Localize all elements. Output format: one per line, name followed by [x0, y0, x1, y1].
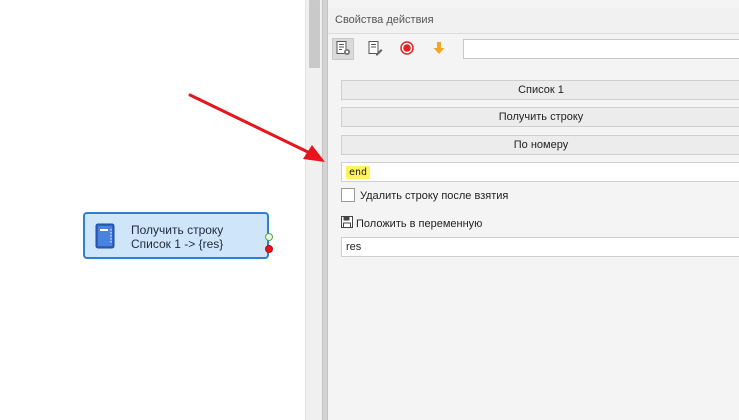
record-button[interactable]	[396, 38, 418, 60]
line-number-input[interactable]: end	[341, 162, 739, 182]
properties-panel: Свойства действия Список 1 Получить стро…	[328, 0, 739, 420]
save-to-variable-label: Положить в переменную	[356, 217, 483, 230]
record-icon	[399, 40, 415, 59]
list-select-button[interactable]: Список 1	[341, 80, 739, 100]
panel-toolbar	[328, 34, 739, 63]
workflow-canvas[interactable]: Получить строку Список 1 -> {res}	[0, 0, 305, 420]
floppy-disk-icon	[341, 216, 353, 231]
properties-icon	[335, 40, 351, 59]
edit-icon	[367, 40, 383, 59]
node-title: Получить строку	[131, 223, 224, 237]
notebook-icon	[95, 223, 115, 249]
line-number-value: end	[346, 166, 371, 179]
delete-line-label: Удалить строку после взятия	[360, 190, 509, 202]
variable-input[interactable]: res	[341, 237, 739, 257]
node-subtitle: Список 1 -> {res}	[131, 237, 224, 251]
action-select-button[interactable]: Получить строку	[341, 107, 739, 127]
canvas-scrollbar-thumb[interactable]	[309, 0, 320, 68]
move-down-button[interactable]	[428, 38, 450, 60]
save-to-variable-row: Положить в переменную	[341, 216, 482, 231]
delete-line-checkbox[interactable]	[341, 188, 355, 202]
panel-title: Свойства действия	[328, 8, 739, 34]
variable-value: res	[346, 241, 362, 253]
action-node-get-line[interactable]: Получить строку Список 1 -> {res}	[83, 212, 273, 259]
error-port[interactable]	[265, 245, 273, 253]
canvas-scrollbar[interactable]	[305, 0, 322, 420]
arrow-down-icon	[431, 40, 447, 59]
toolbar-search-input[interactable]	[463, 39, 739, 59]
success-port[interactable]	[265, 233, 273, 241]
edit-button[interactable]	[364, 38, 386, 60]
mode-select-button[interactable]: По номеру	[341, 135, 739, 155]
properties-button[interactable]	[332, 38, 354, 60]
